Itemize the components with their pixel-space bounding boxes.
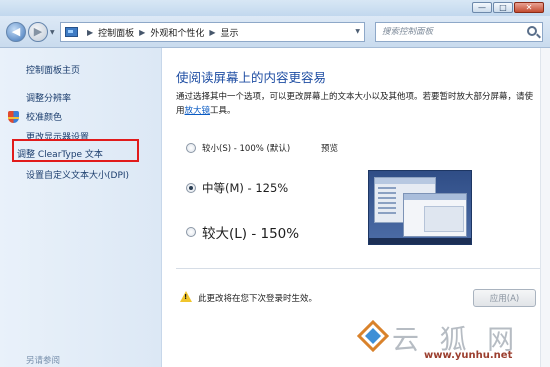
option-smaller[interactable]: 较小(S) - 100% (默认) bbox=[186, 142, 290, 154]
preview-taskbar bbox=[369, 238, 471, 244]
option-larger[interactable]: 较大(L) - 150% bbox=[186, 222, 299, 242]
sidebar bbox=[0, 48, 162, 367]
recent-pages-dropdown-icon[interactable]: ▼ bbox=[50, 29, 55, 36]
maximize-button[interactable]: □ bbox=[493, 2, 513, 13]
page-title: 使阅读屏幕上的内容更容易 bbox=[176, 70, 327, 85]
option-medium[interactable]: 中等(M) - 125% bbox=[186, 180, 288, 196]
breadcrumb-separator-icon[interactable]: ▶ bbox=[139, 28, 145, 37]
preview-label: 预览 bbox=[321, 144, 339, 154]
magnifier-link[interactable]: 放大镜 bbox=[185, 106, 211, 116]
radio-medium[interactable] bbox=[186, 183, 196, 193]
warning-text: 此更改将在您下次登录时生效。 bbox=[198, 294, 318, 304]
back-button[interactable]: ◀ bbox=[6, 22, 26, 42]
radio-larger[interactable] bbox=[186, 227, 196, 237]
sidebar-item-home[interactable]: 控制面板主页 bbox=[26, 63, 80, 76]
warning-icon bbox=[180, 291, 192, 302]
highlight-box bbox=[12, 139, 139, 162]
close-button[interactable]: ✕ bbox=[514, 2, 544, 13]
option-larger-label: 较大(L) - 150% bbox=[202, 226, 300, 242]
description-text-end: 工具。 bbox=[210, 106, 236, 116]
breadcrumb-control-panel[interactable]: 控制面板 bbox=[98, 26, 134, 39]
control-panel-icon bbox=[65, 27, 78, 37]
search-box[interactable] bbox=[375, 22, 543, 42]
scrollbar[interactable] bbox=[540, 48, 550, 367]
minimize-button[interactable]: — bbox=[472, 2, 492, 13]
preview-window-front bbox=[403, 193, 467, 237]
breadcrumb-separator-icon[interactable]: ▶ bbox=[87, 28, 93, 37]
breadcrumb-appearance[interactable]: 外观和个性化 bbox=[150, 26, 204, 39]
breadcrumb-separator-icon[interactable]: ▶ bbox=[209, 28, 215, 37]
divider bbox=[176, 268, 541, 269]
search-input[interactable] bbox=[382, 27, 522, 37]
preview-image bbox=[368, 170, 472, 245]
sidebar-item-resolution[interactable]: 调整分辨率 bbox=[26, 91, 71, 104]
address-dropdown-icon[interactable]: ▼ bbox=[355, 28, 360, 35]
apply-button[interactable]: 应用(A) bbox=[473, 289, 536, 307]
see-also-heading: 另请参阅 bbox=[26, 356, 61, 366]
window-controls: — □ ✕ bbox=[472, 2, 544, 13]
radio-smaller[interactable] bbox=[186, 143, 196, 153]
sidebar-item-calibrate-color[interactable]: 校准颜色 bbox=[26, 110, 62, 123]
address-bar[interactable]: ▶ 控制面板 ▶ 外观和个性化 ▶ 显示 ▼ bbox=[60, 22, 365, 42]
page-description: 通过选择其中一个选项，可以更改屏幕上的文本大小以及其他项。若要暂时放大部分屏幕，… bbox=[176, 90, 536, 118]
watermark-logo-icon bbox=[357, 320, 389, 352]
forward-button[interactable]: ▶ bbox=[28, 22, 48, 42]
breadcrumb-display[interactable]: 显示 bbox=[221, 26, 239, 39]
watermark-url: www.yunhu.net bbox=[424, 350, 513, 361]
search-icon[interactable] bbox=[527, 26, 537, 36]
address-toolbar: ◀ ▶ ▼ ▶ 控制面板 ▶ 外观和个性化 ▶ 显示 ▼ ↻ bbox=[0, 16, 550, 48]
sidebar-item-custom-dpi[interactable]: 设置自定义文本大小(DPI) bbox=[26, 168, 129, 181]
option-smaller-label: 较小(S) - 100% (默认) bbox=[202, 144, 291, 154]
shield-icon bbox=[8, 111, 19, 123]
title-bar: — □ ✕ bbox=[0, 0, 550, 16]
option-medium-label: 中等(M) - 125% bbox=[202, 181, 289, 195]
